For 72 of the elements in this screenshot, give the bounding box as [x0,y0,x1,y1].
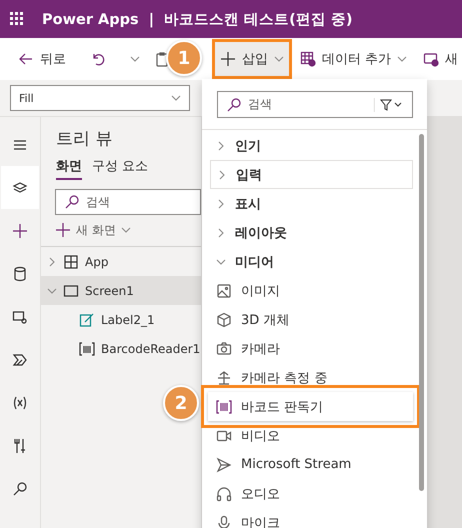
chevron-down-icon [47,286,57,296]
chevron-down-icon [130,54,140,64]
layers-icon [12,180,28,196]
property-dropdown[interactable]: Fill [10,85,190,111]
insert-button[interactable]: 삽입 [214,41,290,77]
menu-item[interactable]: 이미지 [202,276,413,305]
cube-icon [216,312,232,328]
search-field[interactable]: 검색 [217,91,413,118]
menu-item[interactable]: 카메라 [202,334,413,363]
search-field[interactable]: 검색 [55,189,201,215]
category-item[interactable]: 레이아웃 [202,218,413,247]
chevron-down-icon [120,225,131,235]
menu-item[interactable]: 마이크 [202,508,413,528]
send-icon [216,456,232,472]
tree-item[interactable]: Screen1 [41,276,201,305]
tools-icon [12,438,28,454]
chevron-right-icon [47,256,57,266]
table-icon [300,51,316,67]
menu-item[interactable]: 3D 개체 [202,305,413,334]
category-item[interactable]: 인기 [202,131,413,160]
microphone-icon [216,514,232,528]
menu-item[interactable]: 오디오 [202,479,413,508]
tree-item[interactable]: Label2_1 [41,305,201,334]
tree-item[interactable]: BarcodeReader1 [41,334,201,363]
variable-icon [12,394,28,410]
search-icon [226,96,242,112]
new-screen-button[interactable]: 새 화면 [55,219,201,241]
search-icon [12,480,28,496]
tab[interactable]: 화면 [56,155,82,180]
camera-icon [216,340,232,356]
measure-icon [216,370,232,386]
category-item[interactable]: 표시 [202,189,413,218]
tab[interactable]: 구성 요소 [92,155,148,180]
chevron-right-icon [216,198,226,208]
screen-icon [63,282,79,298]
chevron-down-icon [274,54,284,64]
panel-title: 트리 뷰 [55,128,114,151]
chevron-down-icon [171,93,181,103]
search-icon [64,194,80,210]
new-screen-button[interactable]: 새 [417,41,462,77]
back-button[interactable]: 뒤로 [12,41,72,77]
flow-icon [12,352,28,368]
screen-add-icon [423,51,440,67]
menu-item[interactable]: 바코드 판독기 [208,392,413,421]
media-icon [12,308,28,324]
chevron-right-icon [216,140,226,150]
barcode-icon [79,340,95,356]
image-icon [216,282,232,298]
headphones-icon [216,486,232,502]
clipboard-icon [154,51,170,67]
plus-icon [12,222,28,238]
chevron-right-icon [216,228,226,238]
add-data-button[interactable]: 데이터 추가 [294,41,414,77]
back-arrow-icon [18,51,34,67]
menu-item[interactable]: 비디오 [202,421,413,450]
menu-item[interactable]: Microsoft Stream [202,450,413,479]
chevron-right-icon [217,170,227,180]
app-icon [63,254,79,270]
barcode-icon [216,398,232,414]
chevron-down-icon [397,54,408,64]
database-icon [12,266,28,282]
edit-label-icon [79,312,95,328]
menu-item[interactable]: 카메라 측정 중 [202,363,413,392]
filter-icon[interactable] [374,98,404,112]
window-title: Power Apps | 바코드스캔 테스트(편집 중) [42,10,352,28]
chevron-down-icon [216,256,226,266]
tree-item[interactable]: App [41,247,201,276]
app-launcher-icon[interactable] [10,12,24,26]
category-item[interactable]: 입력 [210,160,413,189]
category-item[interactable]: 미디어 [202,247,413,276]
plus-icon [220,51,236,67]
plus-icon [55,222,71,238]
